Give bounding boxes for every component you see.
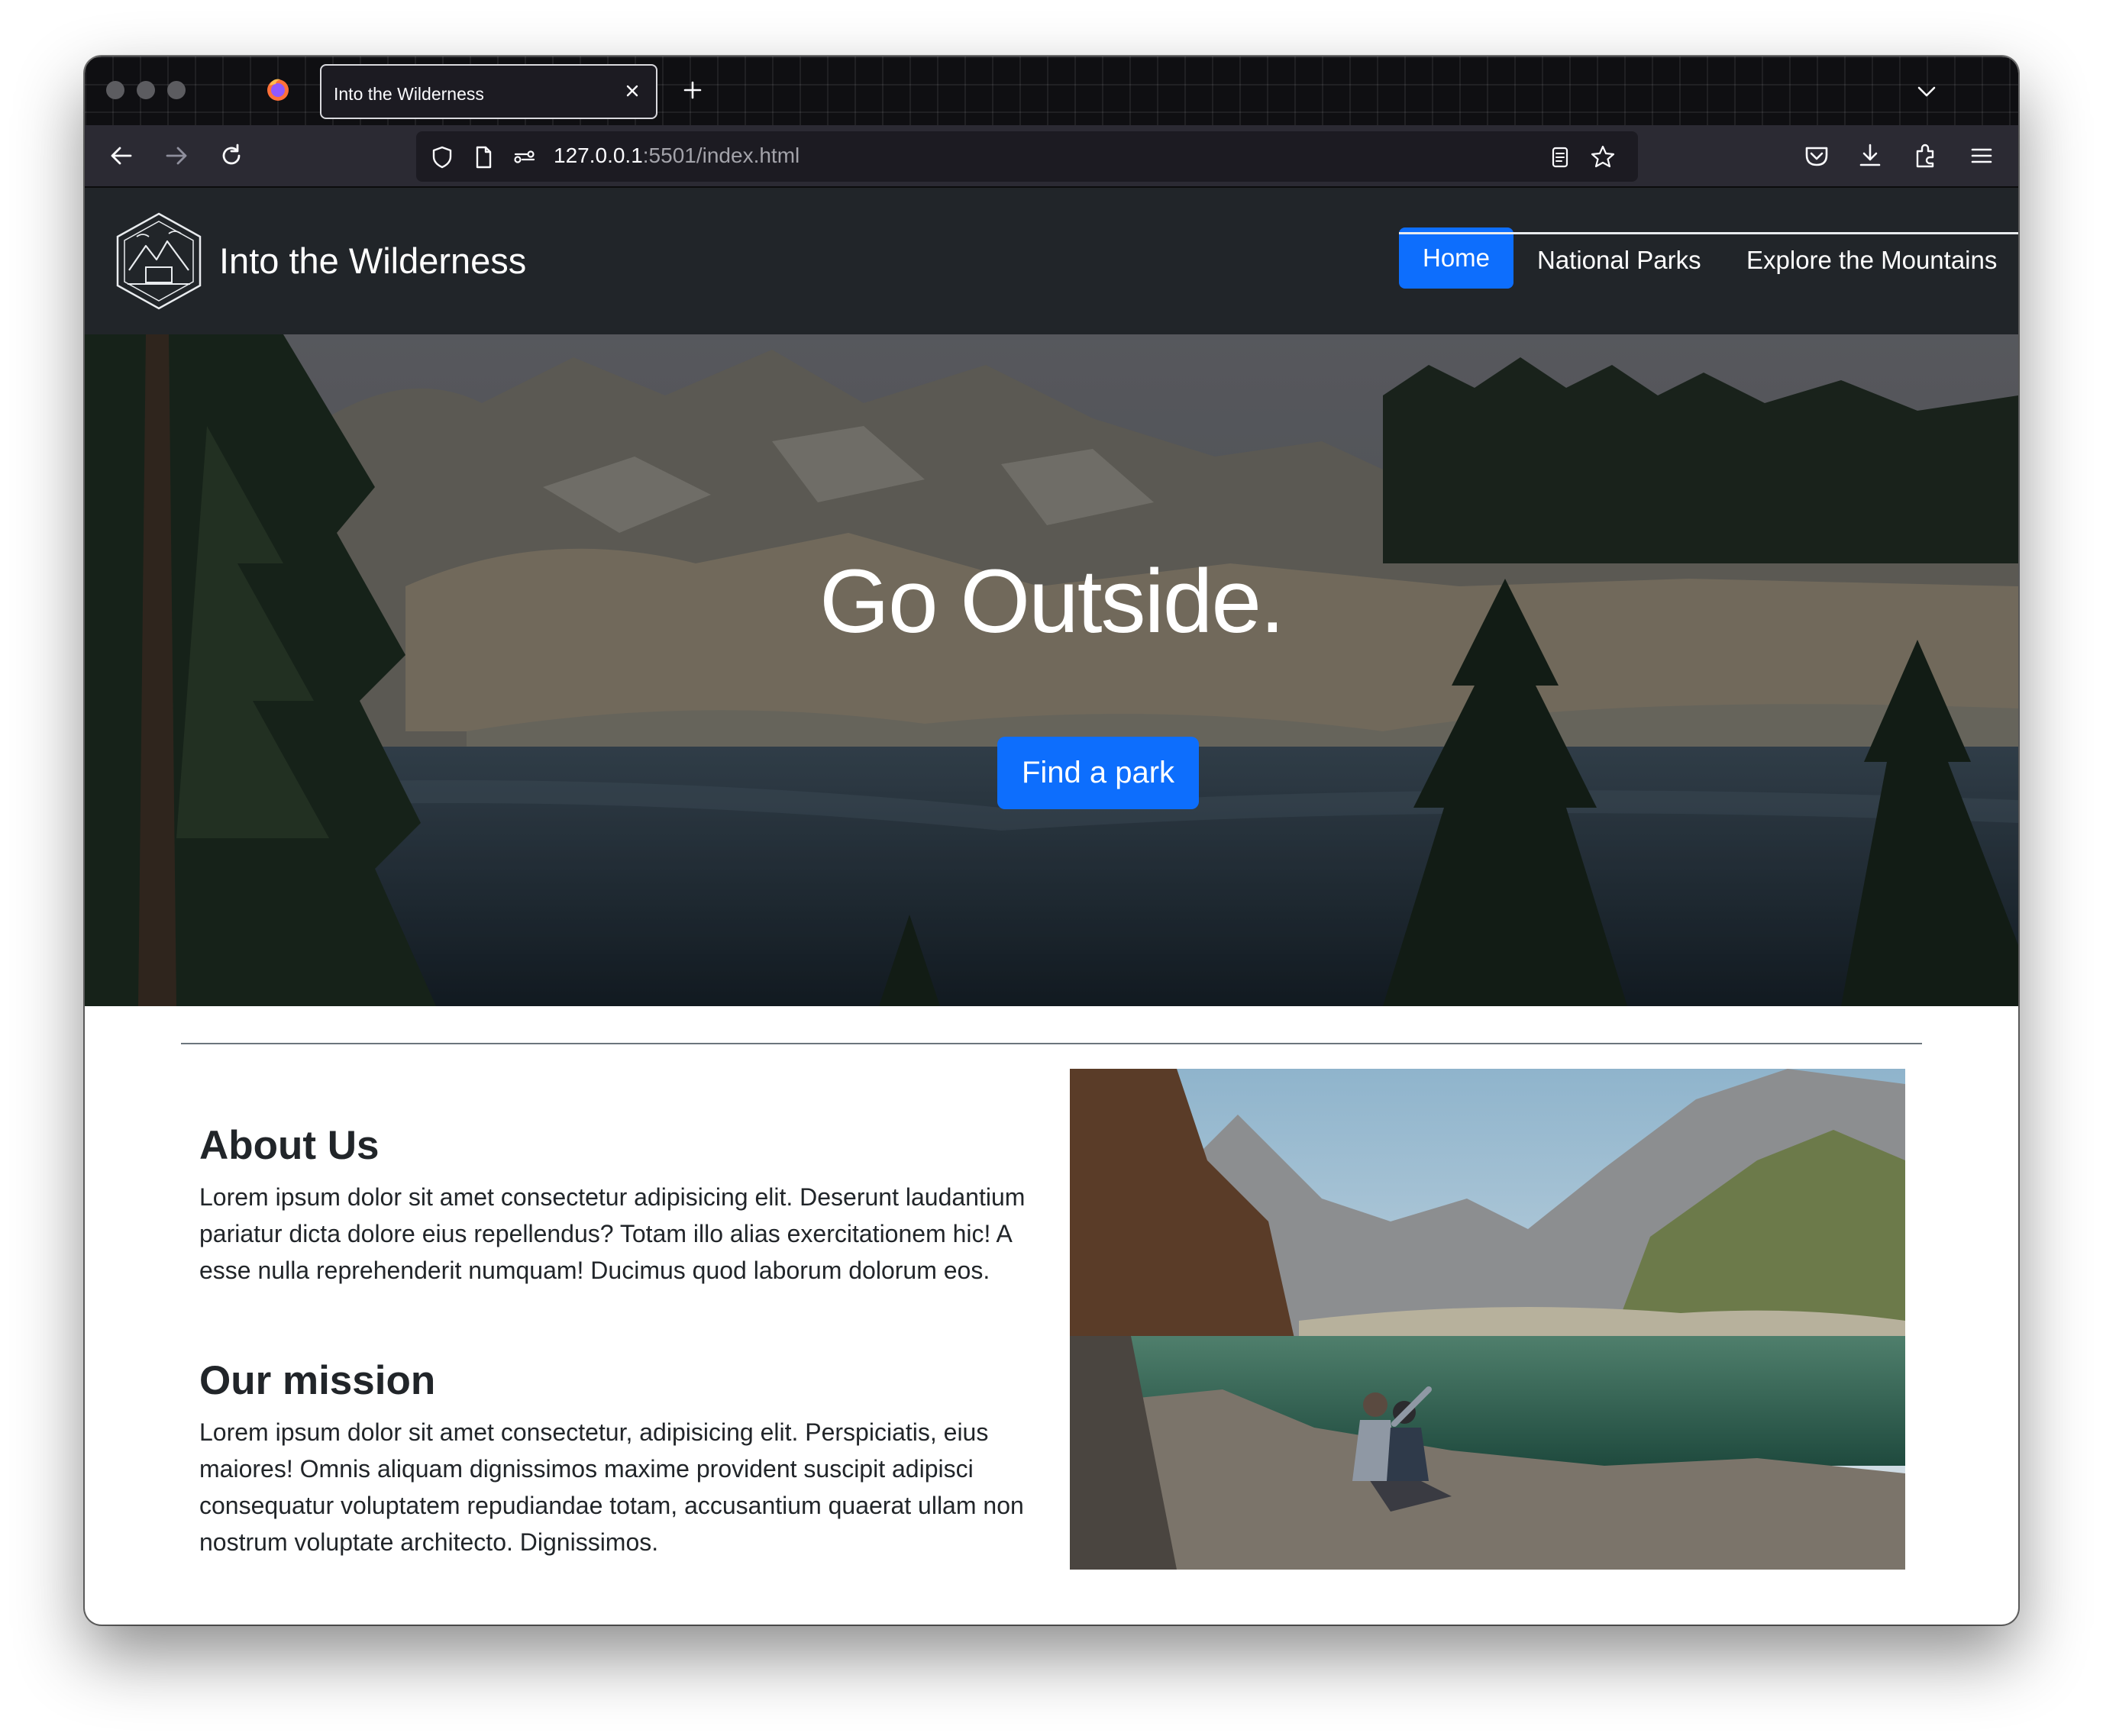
back-arrow-icon[interactable] (105, 139, 138, 173)
tab-strip: Into the Wilderness (85, 56, 2018, 125)
permissions-icon[interactable] (511, 144, 538, 171)
download-icon[interactable] (1853, 139, 1887, 173)
plus-icon[interactable] (677, 75, 708, 105)
hero-title: Go Outside. (819, 551, 1285, 652)
url-path: :5501/index.html (642, 144, 800, 167)
tab-title: Into the Wilderness (334, 84, 484, 104)
extensions-icon[interactable] (1910, 139, 1943, 173)
url-host: 127.0.0.1 (554, 144, 643, 167)
mountain-logo-icon[interactable] (114, 211, 204, 311)
star-icon[interactable] (1589, 144, 1617, 171)
close-window-button[interactable] (106, 81, 124, 99)
hikers-lake-photo (1070, 1069, 1905, 1570)
menu-icon[interactable] (1965, 139, 1998, 173)
site-navbar: Into the Wilderness Home National Parks … (85, 188, 2018, 334)
about-text: Lorem ipsum dolor sit amet consectetur a… (199, 1183, 1026, 1284)
chevron-down-icon[interactable] (1911, 76, 1942, 107)
browser-window: Into the Wilderness Into the Wilderness … (85, 56, 2018, 1625)
shield-icon[interactable] (428, 144, 456, 171)
pocket-icon[interactable] (1800, 139, 1833, 173)
hero-section: Go Outside. Find a park (85, 334, 2018, 1006)
mission-heading: Our mission (199, 1358, 436, 1403)
nav-toolbar (85, 125, 2018, 188)
nav-home[interactable]: Home (1399, 227, 1513, 289)
nav-explore-mountains[interactable]: Explore the Mountains (1746, 246, 1997, 275)
tab-active[interactable]: Into the Wilderness (320, 64, 657, 119)
reload-icon[interactable] (215, 139, 248, 173)
find-park-button[interactable]: Find a park (997, 737, 1199, 809)
url-text[interactable]: 127.0.0.1:5501/index.html (554, 144, 800, 168)
nav-divider (1399, 232, 2018, 234)
minimize-window-button[interactable] (137, 81, 155, 99)
site-brand[interactable]: Into the Wilderness (219, 240, 526, 282)
zoom-window-button[interactable] (167, 81, 186, 99)
page-icon[interactable] (470, 144, 497, 171)
about-heading: About Us (199, 1123, 380, 1168)
firefox-icon (267, 79, 289, 101)
nav-national-parks[interactable]: National Parks (1537, 246, 1701, 275)
hero-lake-image (85, 334, 2018, 1006)
section-divider (181, 1043, 1922, 1044)
reader-view-icon[interactable] (1546, 144, 1574, 171)
forward-arrow-icon[interactable] (160, 139, 193, 173)
close-icon[interactable] (619, 78, 645, 104)
mission-text: Lorem ipsum dolor sit amet consectetur, … (199, 1418, 1024, 1556)
